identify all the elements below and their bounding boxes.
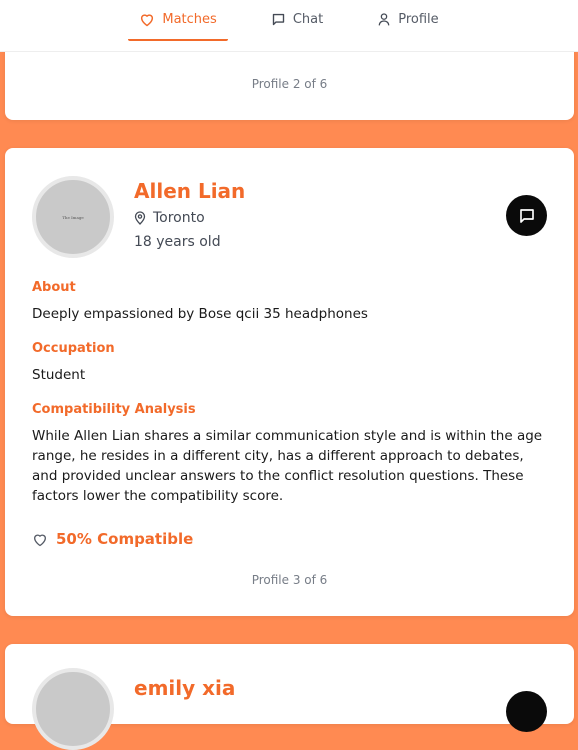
compatibility-analysis-heading: Compatibility Analysis (32, 402, 196, 417)
occupation-heading: Occupation (32, 341, 115, 356)
compatibility-score-label: 50% Compatible (56, 530, 194, 548)
tab-chat-label: Chat (292, 12, 324, 27)
top-nav: Matches Chat Profile (0, 0, 578, 52)
profile-card: The Image Allen Lian Toronto 18 years ol… (5, 148, 574, 616)
avatar-placeholder-text: The Image (62, 214, 84, 220)
avatar: The Image (32, 176, 114, 258)
tab-chat[interactable]: Chat (260, 0, 334, 41)
profile-counter: Profile 2 of 6 (251, 77, 328, 91)
chat-button[interactable] (506, 195, 547, 236)
tab-profile-label: Profile (398, 12, 439, 27)
location-pin-icon (134, 211, 146, 225)
chat-icon (519, 208, 534, 223)
avatar (32, 668, 114, 750)
profile-location-label: Toronto (153, 210, 205, 226)
profile-name: Allen Lian (134, 179, 246, 203)
occupation-text: Student (32, 367, 86, 383)
profile-counter: Profile 3 of 6 (251, 573, 328, 587)
compatibility-score: 50% Compatible (32, 530, 193, 548)
tab-matches[interactable]: Matches (128, 0, 228, 41)
about-text: Deeply empassioned by Bose qcii 35 headp… (32, 306, 368, 322)
profile-location: Toronto (134, 210, 205, 226)
chat-button[interactable] (506, 691, 547, 732)
profile-card-next: emily xia (5, 644, 574, 750)
tab-matches-label: Matches (162, 12, 217, 27)
heart-icon (34, 534, 46, 546)
user-icon (378, 13, 390, 26)
profile-age: 18 years old (134, 234, 221, 250)
compatibility-analysis-text: While Allen Lian shares a similar commun… (32, 428, 543, 504)
profile-name: emily xia (134, 676, 236, 700)
heart-icon (141, 14, 154, 27)
about-heading: About (32, 280, 76, 295)
chat-icon (272, 13, 284, 26)
tab-profile[interactable]: Profile (366, 0, 449, 41)
